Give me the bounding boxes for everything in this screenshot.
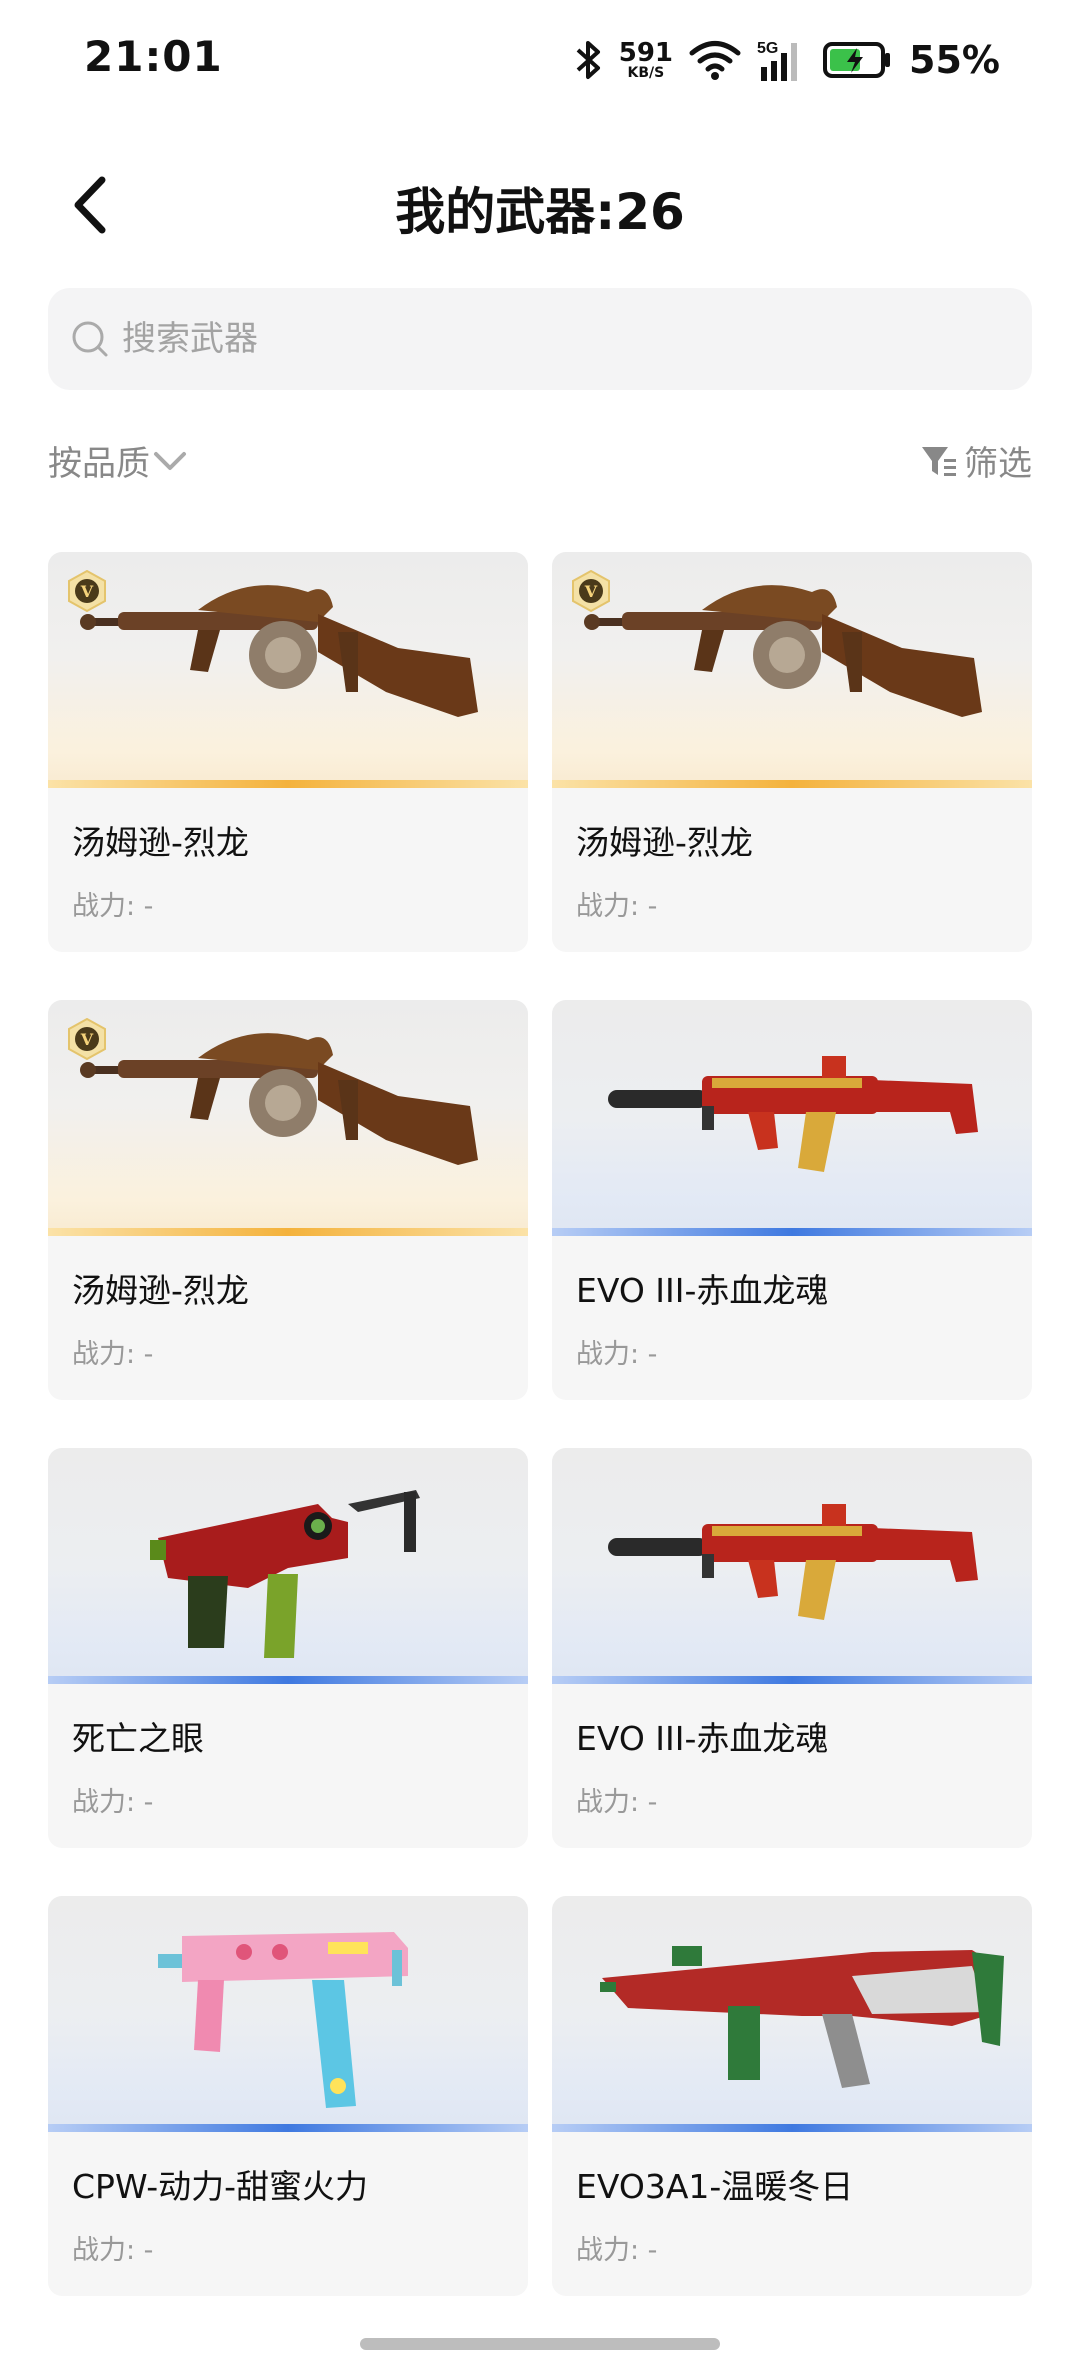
weapon-power: 战力: -	[576, 1339, 658, 1370]
sort-label: 按品质	[48, 444, 150, 484]
page-title: 我的武器:26	[395, 183, 685, 241]
cellular-signal-icon: 5G	[757, 40, 798, 81]
weapon-power: 战力: -	[576, 2235, 658, 2266]
weapon-image	[48, 1896, 528, 2132]
quality-bar	[552, 1228, 1032, 1236]
weapon-name: 汤姆逊-烈龙	[72, 823, 249, 862]
svg-text:V: V	[80, 1030, 94, 1049]
speed-unit: KB/S	[627, 65, 665, 81]
v-quality-badge-icon: V	[68, 1018, 106, 1060]
weapon-image	[552, 1448, 1032, 1684]
svg-text:5G: 5G	[757, 40, 778, 57]
winter-smg-icon	[600, 1946, 1004, 2088]
weapon-image	[552, 1000, 1032, 1236]
weapon-power: 战力: -	[72, 1787, 154, 1818]
status-icons: 591 KB/S 5G 55%	[573, 30, 1000, 90]
weapon-name: EVO III-赤血龙魂	[576, 1271, 829, 1310]
battery-charging-icon	[823, 42, 891, 78]
quality-bar	[552, 2124, 1032, 2132]
quality-bar	[48, 1676, 528, 1684]
weapon-power: 战力: -	[576, 1787, 658, 1818]
svg-text:V: V	[584, 582, 598, 601]
filter-button[interactable]: 筛选	[918, 436, 1032, 485]
weapon-name: 汤姆逊-烈龙	[72, 1271, 249, 1310]
svg-text:V: V	[80, 582, 94, 601]
status-bar: 21:01 591 KB/S 5G 55%	[0, 0, 1080, 120]
weapon-name: EVO III-赤血龙魂	[576, 1719, 829, 1758]
weapon-power: 战力: -	[72, 891, 154, 922]
weapon-power: 战力: -	[72, 2235, 154, 2266]
weapon-name: 死亡之眼	[72, 1719, 204, 1758]
weapon-card[interactable]: CPW-动力-甜蜜火力 战力: -	[48, 1896, 528, 2296]
filter-icon	[922, 446, 956, 476]
quality-bar	[552, 780, 1032, 788]
weapon-name: CPW-动力-甜蜜火力	[72, 2167, 369, 2206]
v-quality-badge-icon: V	[68, 570, 106, 612]
chevron-down-icon	[154, 451, 186, 470]
search-input[interactable]	[120, 318, 984, 360]
quality-bar	[48, 780, 528, 788]
tommy-gun-icon	[80, 585, 478, 717]
weapon-name: EVO3A1-温暖冬日	[576, 2167, 854, 2206]
wifi-icon	[689, 41, 741, 80]
network-speed: 591 KB/S	[619, 40, 673, 80]
filter-row: 按品质 筛选	[48, 436, 1032, 492]
filter-label: 筛选	[964, 444, 1032, 484]
weapon-image	[48, 1448, 528, 1684]
pink-smg-icon	[158, 1932, 408, 2108]
battery-percent: 55%	[909, 38, 1000, 82]
weapon-card[interactable]: EVO III-赤血龙魂 战力: -	[552, 1448, 1032, 1848]
search-icon	[72, 321, 108, 357]
speed-value: 591	[618, 38, 674, 68]
tommy-gun-icon	[80, 1033, 478, 1165]
weapon-image: V	[48, 552, 528, 788]
bluetooth-icon	[576, 41, 600, 79]
weapon-card[interactable]: EVO3A1-温暖冬日 战力: -	[552, 1896, 1032, 2296]
weapon-image: V	[552, 552, 1032, 788]
weapon-power: 战力: -	[72, 1339, 154, 1370]
weapon-image: V	[48, 1000, 528, 1236]
v-quality-badge-icon: V	[572, 570, 610, 612]
search-bar[interactable]	[48, 288, 1032, 390]
tommy-gun-icon	[584, 585, 982, 717]
status-time: 21:01	[84, 32, 223, 81]
weapon-card[interactable]: V 汤姆逊-烈龙 战力: -	[48, 1000, 528, 1400]
quality-bar	[48, 2124, 528, 2132]
weapon-card[interactable]: 死亡之眼 战力: -	[48, 1448, 528, 1848]
weapon-card[interactable]: V 汤姆逊-烈龙 战力: -	[552, 552, 1032, 952]
weapon-power: 战力: -	[576, 891, 658, 922]
weapon-image	[552, 1896, 1032, 2132]
smg-icon	[608, 1056, 978, 1172]
machine-pistol-icon	[150, 1490, 420, 1658]
quality-bar	[48, 1228, 528, 1236]
sort-by-quality-dropdown[interactable]: 按品质	[48, 436, 190, 485]
home-indicator[interactable]	[360, 2338, 720, 2350]
weapon-card[interactable]: V 汤姆逊-烈龙 战力: -	[48, 552, 528, 952]
weapon-card[interactable]: EVO III-赤血龙魂 战力: -	[552, 1000, 1032, 1400]
smg-icon	[608, 1504, 978, 1620]
quality-bar	[552, 1676, 1032, 1684]
page-header: 我的武器:26	[0, 150, 1080, 260]
weapon-name: 汤姆逊-烈龙	[576, 823, 753, 862]
